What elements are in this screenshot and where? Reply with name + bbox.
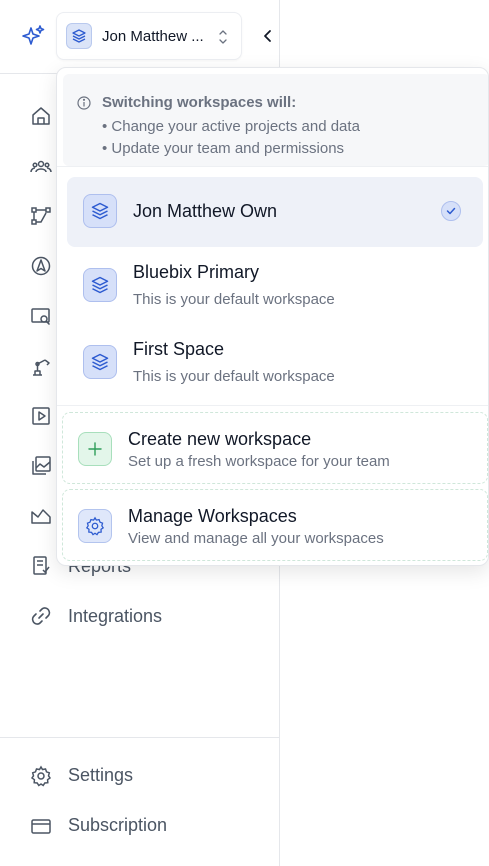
link-icon[interactable] xyxy=(30,605,52,627)
action-title: Create new workspace xyxy=(128,429,312,449)
nav-label-subscription[interactable]: Subscription xyxy=(68,815,167,836)
notice-bullet: • Update your team and permissions xyxy=(102,140,345,157)
action-subtitle: View and manage all your workspaces xyxy=(128,530,384,547)
workspace-dropdown: Switching workspaces will: • Change your… xyxy=(56,67,489,566)
dropdown-divider xyxy=(57,405,488,406)
gear-icon xyxy=(78,509,112,543)
nav-label-integrations[interactable]: Integrations xyxy=(68,606,162,627)
nav-label-settings[interactable]: Settings xyxy=(68,765,133,786)
check-icon xyxy=(441,201,461,221)
workspace-item-jon-matthew-own[interactable]: Jon Matthew Own xyxy=(67,177,483,247)
collapse-sidebar-icon[interactable] xyxy=(259,26,277,46)
robot-arm-icon[interactable] xyxy=(30,355,52,377)
credit-card-icon[interactable] xyxy=(30,815,52,837)
create-workspace-button[interactable]: Create new workspace Set up a fresh work… xyxy=(62,412,488,484)
workspace-subtitle: This is your default workspace xyxy=(133,368,335,385)
notice-title: Switching workspaces will: xyxy=(102,94,297,111)
workspace-name: First Space xyxy=(133,339,225,359)
action-subtitle: Set up a fresh workspace for your team xyxy=(128,453,390,470)
layers-icon xyxy=(83,268,117,302)
chevron-up-down-icon xyxy=(219,30,227,44)
report-icon[interactable] xyxy=(30,555,52,577)
switch-notice: Switching workspaces will: • Change your… xyxy=(63,74,488,166)
landscape-icon[interactable] xyxy=(30,505,52,527)
layers-icon xyxy=(83,345,117,379)
layers-icon xyxy=(66,23,92,49)
workspace-name: Jon Matthew Own xyxy=(133,201,278,221)
workflow-icon[interactable] xyxy=(30,205,52,227)
sidebar-bottom-divider xyxy=(0,737,280,738)
action-title: Manage Workspaces xyxy=(128,506,297,526)
app-root: Jon Matthew ... Reports Integrations Set… xyxy=(0,0,489,866)
play-slides-icon[interactable] xyxy=(30,405,52,427)
notice-bullet: • Change your active projects and data xyxy=(102,118,360,135)
search-document-icon[interactable] xyxy=(30,305,52,327)
gear-icon[interactable] xyxy=(30,765,52,787)
workspace-name: Bluebix Primary xyxy=(133,262,260,282)
sparkles-icon[interactable] xyxy=(20,24,46,50)
dropdown-divider xyxy=(57,166,488,167)
info-icon xyxy=(77,96,91,110)
workspace-item-first-space[interactable]: First Space This is your default workspa… xyxy=(67,331,483,401)
plus-icon xyxy=(78,432,112,466)
layers-icon xyxy=(83,194,117,228)
current-workspace-label: Jon Matthew ... xyxy=(102,27,204,45)
team-icon[interactable] xyxy=(30,155,52,177)
manage-workspaces-button[interactable]: Manage Workspaces View and manage all yo… xyxy=(62,489,488,561)
workspace-item-bluebix-primary[interactable]: Bluebix Primary This is your default wor… xyxy=(67,254,483,324)
home-icon[interactable] xyxy=(30,105,52,127)
workspace-subtitle: This is your default workspace xyxy=(133,291,335,308)
workspace-switcher-button[interactable]: Jon Matthew ... xyxy=(56,12,242,60)
image-gallery-icon[interactable] xyxy=(30,455,52,477)
navigation-icon[interactable] xyxy=(30,255,52,277)
